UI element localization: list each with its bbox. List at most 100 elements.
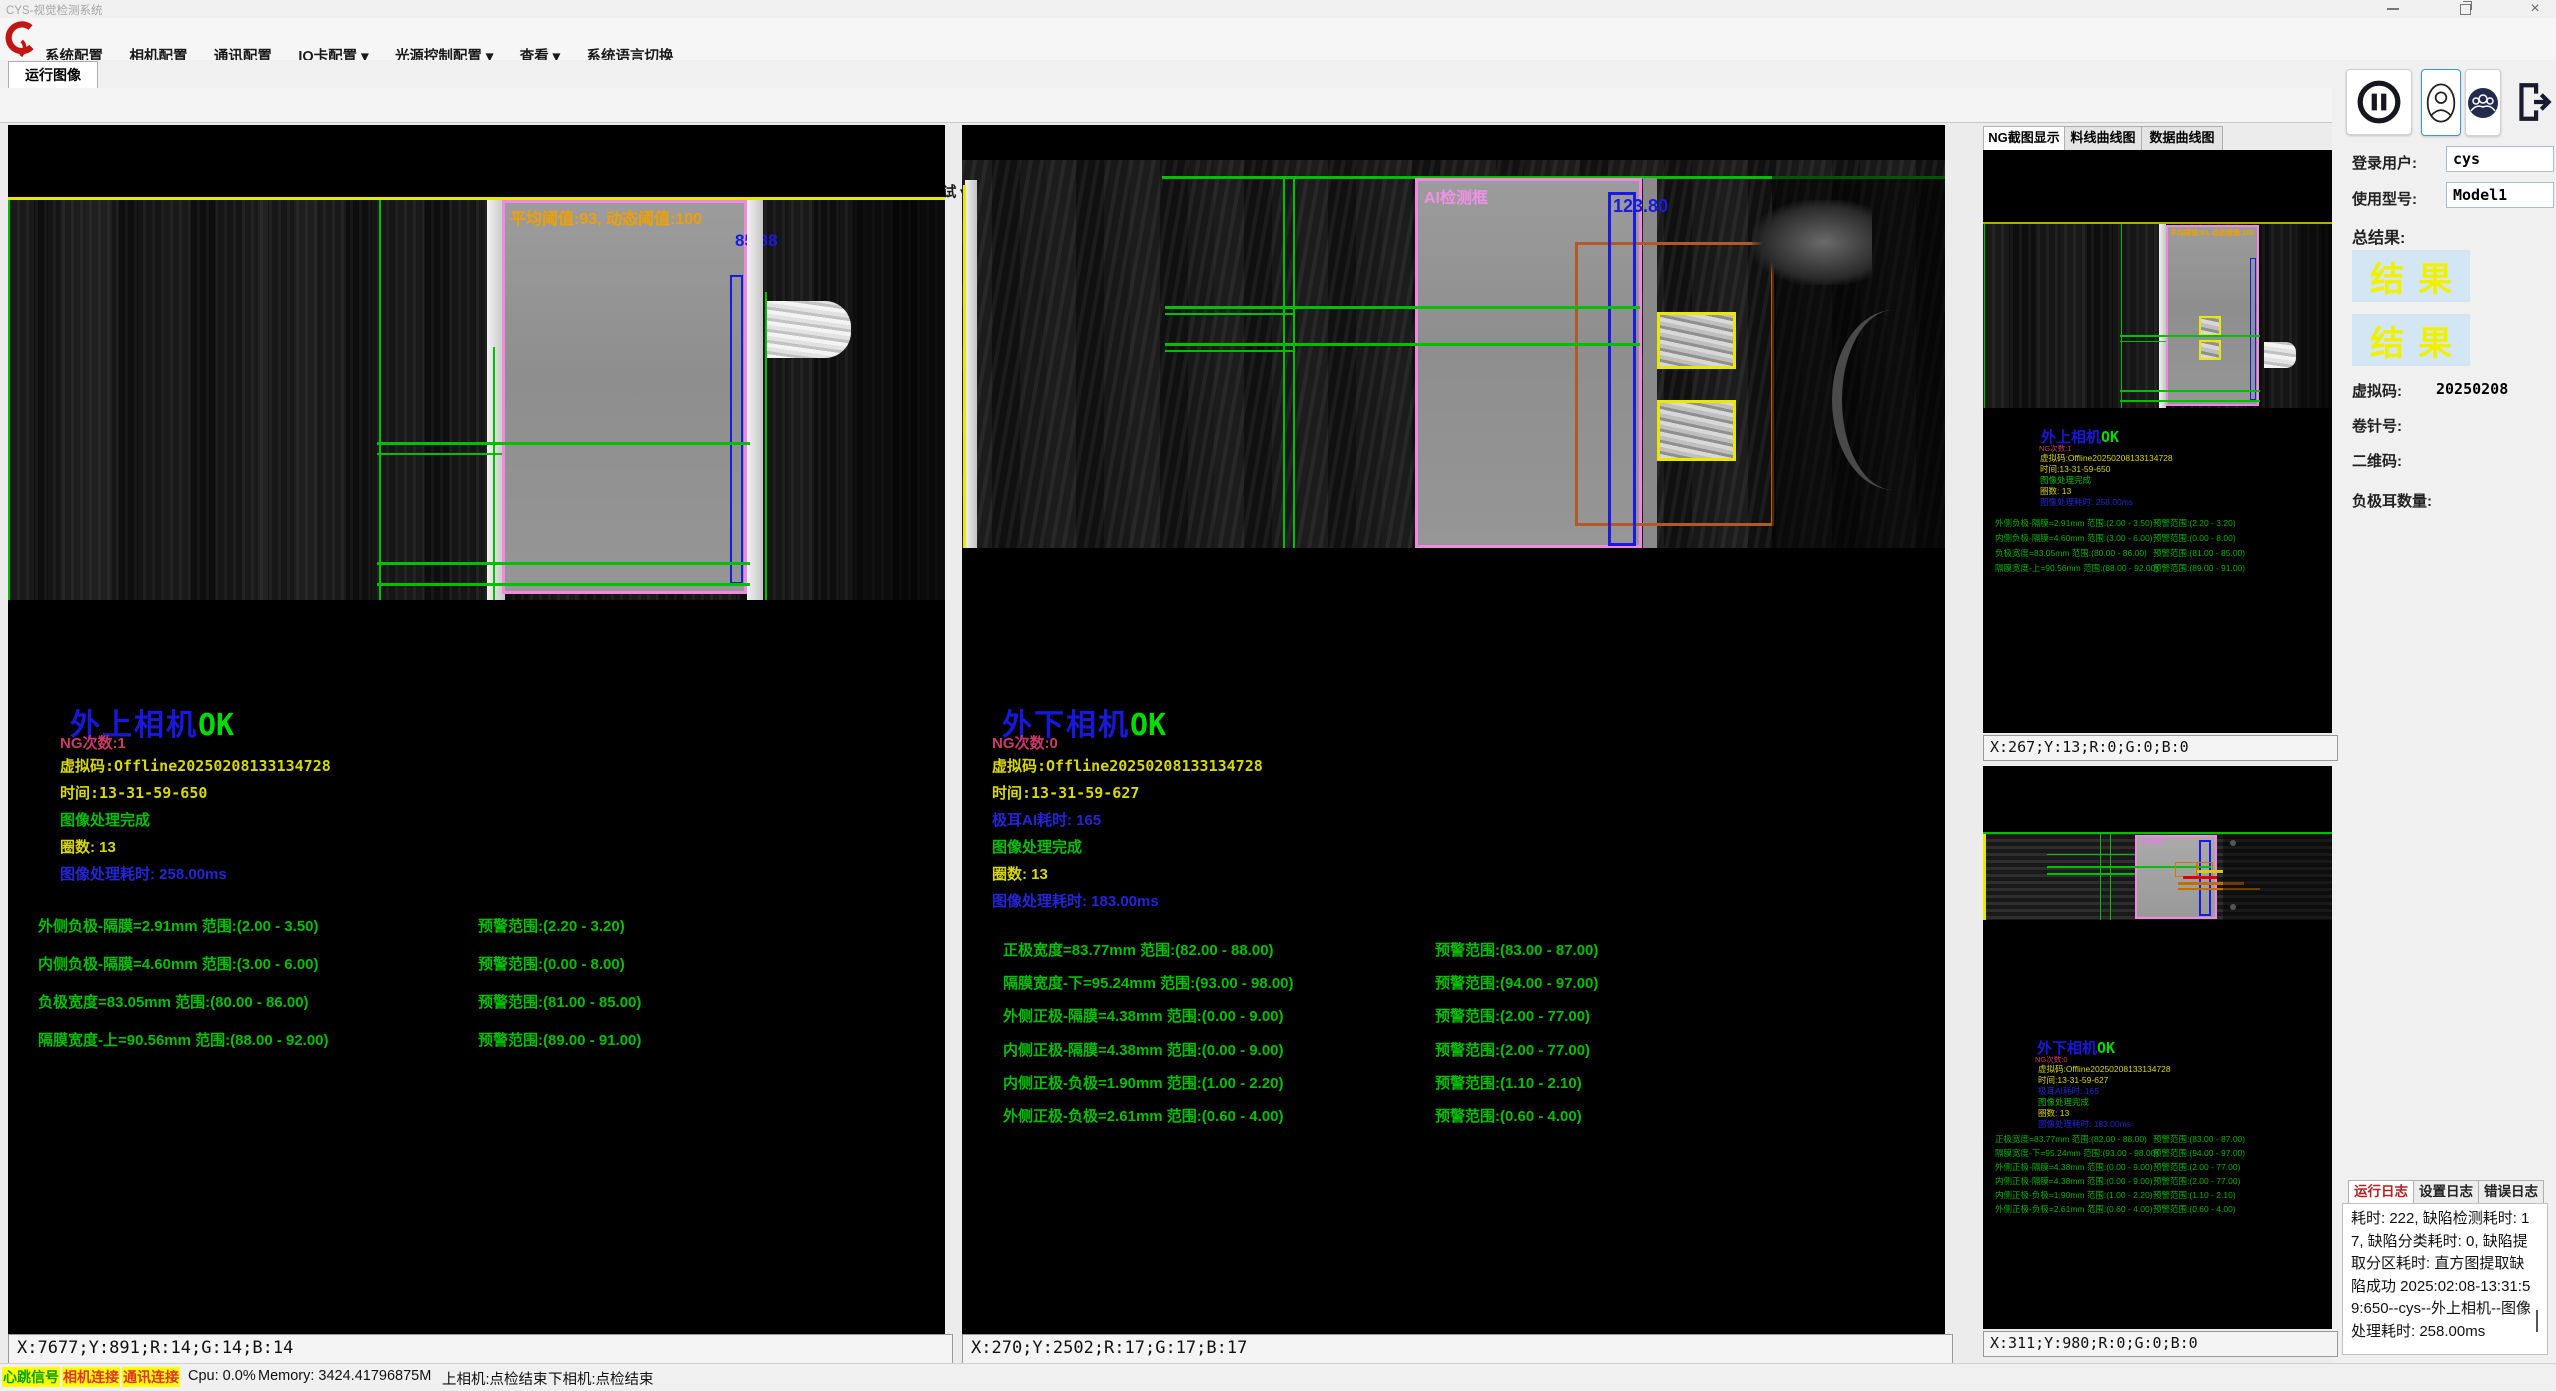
tab-bar xyxy=(0,60,2556,88)
toolbar: 相机配置 AI使用配置 相机调试 离线设置 点检设置 ▾ 图像处理 ▾ 基准线参… xyxy=(0,88,2556,123)
green-hline xyxy=(377,453,502,455)
green-hline xyxy=(2047,854,2135,855)
gear-rim xyxy=(1832,310,1945,490)
separator-strip xyxy=(747,200,763,600)
close-icon: × xyxy=(2530,0,2539,18)
green-hline xyxy=(1165,343,1640,346)
virtual-code-label: 虚拟码: xyxy=(2352,380,2402,401)
separator-strip xyxy=(2159,224,2166,408)
logout-icon xyxy=(2513,79,2555,125)
green-hline xyxy=(1165,313,1295,315)
info-line: 时间:13-31-59-650 xyxy=(60,782,207,803)
log-text: 耗时: 222, 缺陷检测耗时: 17, 缺陷分类耗时: 0, 缺陷提取分区耗时… xyxy=(2342,1203,2548,1355)
result-box-upper: 结果 xyxy=(2352,250,2470,302)
roi-box-pink xyxy=(502,200,747,594)
login-user-field[interactable] xyxy=(2446,146,2554,172)
measurement-text: 内侧正极-负极=1.90mm 范围:(1.00 - 2.20) xyxy=(1003,1072,1284,1093)
measurement-text: 内侧负极-隔膜=4.60mm 范围:(3.00 - 6.00) xyxy=(1995,532,2153,544)
green-vline xyxy=(379,200,381,600)
info-line: 图像处理耗时: 258.00ms xyxy=(60,863,227,884)
qr-code-label: 二维码: xyxy=(2352,450,2402,471)
green-vline xyxy=(2121,224,2122,408)
logout-button[interactable] xyxy=(2512,69,2556,134)
camera-result: OK xyxy=(2097,1039,2115,1057)
info-line: 图像处理耗时: 183.00ms xyxy=(2038,1118,2131,1130)
measure-value: 123.80 xyxy=(1613,196,1668,217)
close-button[interactable]: × xyxy=(2520,0,2550,18)
tab-run-log[interactable]: 运行日志 xyxy=(2348,1180,2414,1204)
app-logo-icon xyxy=(3,21,35,59)
info-line: 时间:13-31-59-627 xyxy=(992,782,1139,803)
red-marker-line xyxy=(2183,876,2217,879)
user-button[interactable] xyxy=(2421,69,2461,136)
measurement-text: 外侧正极-负极=2.61mm 范围:(0.60 - 4.00) xyxy=(1003,1105,1284,1126)
band-highlight xyxy=(48,200,118,600)
threshold-text: 平均阈值:93, 动态阈值:100 xyxy=(510,205,702,229)
measurement-text: 外侧正极-隔膜=4.38mm 范围:(0.00 - 9.00) xyxy=(1995,1161,2153,1173)
green-vline xyxy=(2100,834,2101,920)
separator-strip xyxy=(965,180,977,548)
model-field[interactable] xyxy=(2446,182,2554,208)
camera-result: OK xyxy=(1130,708,1166,743)
warning-text: 预警范围:(1.10 - 2.10) xyxy=(1435,1072,1582,1093)
left-camera-panel: 平均阈值:93, 动态阈值:100 85.88 外上相机OK NG次数:1 虚拟… xyxy=(8,125,945,1363)
result-box-lower: 结果 xyxy=(2352,314,2470,366)
green-hline xyxy=(2120,335,2260,337)
tab-run-image[interactable]: 运行图像 xyxy=(8,61,98,89)
lower-thumbnail-view[interactable]: AI检测框 外下相机OK NG次数:0 虚拟码:Offline202502081… xyxy=(1983,766,2332,1329)
lower-camera-image[interactable]: AI检测框 123.80 xyxy=(962,160,1945,548)
memory-usage: Memory: 3424.41796875M xyxy=(258,1368,431,1384)
pixel-coordinate-bar: X:7677;Y:891;R:14;G:14;B:14 xyxy=(8,1334,953,1364)
band-highlight xyxy=(258,200,318,600)
pause-button[interactable] xyxy=(2346,69,2412,135)
warning-text: 预警范围:(1.10 - 2.10) xyxy=(2153,1189,2236,1201)
info-line: 虚拟码:Offline20250208133134728 xyxy=(992,755,1263,776)
warning-text: 预警范围:(94.00 - 97.00) xyxy=(2153,1147,2245,1159)
comm-connection-badge: 通讯连接 xyxy=(122,1367,180,1387)
ai-box-label: AI检测框 xyxy=(2139,837,2163,846)
green-hline xyxy=(377,442,750,445)
tab-ng-capture[interactable]: NG截图显示 xyxy=(1983,126,2065,150)
thumb-image: 平均阈值:93, 动态阈值:100 xyxy=(1983,222,2332,408)
users-button[interactable] xyxy=(2465,69,2501,136)
warning-text: 预警范围:(2.00 - 77.00) xyxy=(2153,1161,2240,1173)
lower-camera-status: 下相机:点检结束 xyxy=(548,1368,654,1389)
restore-button[interactable] xyxy=(2450,0,2480,18)
warning-text: 预警范围:(0.00 - 8.00) xyxy=(2153,532,2236,544)
measure-box-blue xyxy=(2250,258,2256,400)
restore-icon xyxy=(2460,4,2471,15)
dark-zone xyxy=(2298,224,2332,408)
camera-result: OK xyxy=(198,708,234,743)
ng-thumbnail-view[interactable]: 平均阈值:93, 动态阈值:100 外上相机OK NG次数:1 虚拟码:Offl… xyxy=(1983,150,2332,733)
text-caret xyxy=(2536,1310,2538,1332)
left-camera-image[interactable]: 平均阈值:93, 动态阈值:100 85.88 xyxy=(8,197,945,600)
pixel-coordinate-bar: X:311;Y:980;R:0;G:0;B:0 xyxy=(1983,1331,2338,1357)
green-vline xyxy=(1283,176,1285,548)
info-line: 虚拟码:Offline20250208133134728 xyxy=(60,755,331,776)
status-bar: 心跳信号 相机连接 通讯连接 Cpu: 0.0% Memory: 3424.41… xyxy=(0,1363,2556,1391)
bolt-dot xyxy=(2230,904,2236,910)
threshold-text: 平均阈值:93, 动态阈值:100 xyxy=(2170,228,2256,238)
tab-setting-log[interactable]: 设置日志 xyxy=(2413,1180,2479,1204)
warning-text: 预警范围:(0.60 - 4.00) xyxy=(1435,1105,1582,1126)
pixel-coordinate-bar: X:267;Y:13;R:0;G:0;B:0 xyxy=(1983,735,2338,761)
tab-data-curve[interactable]: 数据曲线图 xyxy=(2141,126,2223,150)
green-hline xyxy=(377,562,750,565)
machine-roller xyxy=(1752,200,1872,285)
info-line: 图像处理完成 xyxy=(60,809,150,830)
thumb-image: AI检测框 xyxy=(1983,832,2332,920)
tab-error-log[interactable]: 错误日志 xyxy=(2478,1180,2544,1204)
warning-text: 预警范围:(81.00 - 85.00) xyxy=(2153,547,2245,559)
measurement-text: 正极宽度=83.77mm 范围:(82.00 - 88.00) xyxy=(1003,939,1274,960)
minimize-button[interactable] xyxy=(2378,0,2408,18)
warning-text: 预警范围:(81.00 - 85.00) xyxy=(478,991,641,1012)
tab-line-curve[interactable]: 料线曲线图 xyxy=(2064,126,2142,150)
dark-zone xyxy=(853,200,945,600)
warning-text: 预警范围:(2.20 - 3.20) xyxy=(2153,517,2236,529)
warning-text: 预警范围:(0.00 - 8.00) xyxy=(478,953,625,974)
warning-text: 预警范围:(83.00 - 87.00) xyxy=(2153,1133,2245,1145)
warning-text: 预警范围:(2.00 - 77.00) xyxy=(1435,1005,1590,1026)
negative-tab-count-label: 负极耳数量: xyxy=(2352,490,2432,511)
heartbeat-badge: 心跳信号 xyxy=(2,1367,60,1387)
tab-detect-box-yellow xyxy=(1657,400,1736,461)
